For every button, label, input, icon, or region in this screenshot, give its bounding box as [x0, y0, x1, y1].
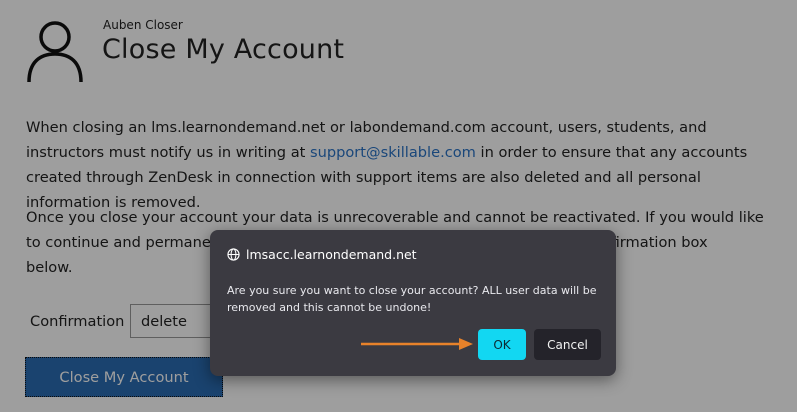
confirm-dialog: lmsacc.learnondemand.net Are you sure yo…: [210, 230, 616, 376]
dialog-message: Are you sure you want to close your acco…: [227, 284, 597, 314]
dialog-origin-text: lmsacc.learnondemand.net: [246, 247, 417, 262]
globe-icon: [227, 248, 240, 261]
ok-button[interactable]: OK: [478, 329, 526, 360]
cancel-button[interactable]: Cancel: [534, 329, 601, 360]
arrow-annotation-icon: [361, 338, 473, 350]
dialog-origin: lmsacc.learnondemand.net: [227, 247, 417, 262]
